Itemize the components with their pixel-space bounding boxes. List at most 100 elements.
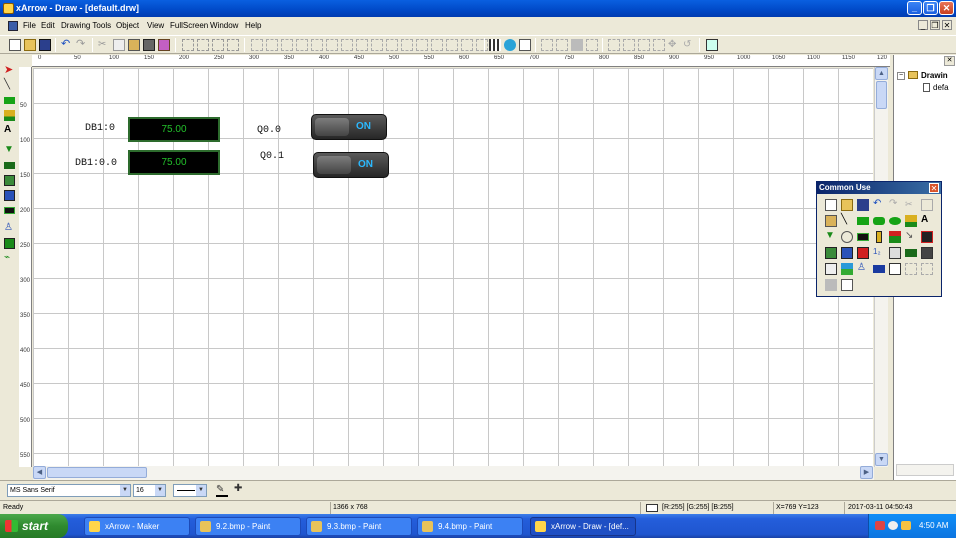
palette-title[interactable]: Common Use [817,182,941,194]
taskbar-item-paint-3[interactable]: 9.4.bmp - Paint [417,517,523,536]
toggle-switch-q0-0[interactable]: ON [311,114,387,140]
align-center-icon[interactable] [197,39,209,51]
eraser-icon[interactable] [158,39,170,51]
space-vertical-icon[interactable] [341,39,353,51]
menu-edit[interactable]: Edit [41,21,55,30]
font-size-select[interactable]: 16 ▼ [133,484,166,497]
palette-close-button[interactable]: ✕ [929,183,939,193]
polyline-tool-icon[interactable]: ⌁ [4,253,15,264]
label-q0-0[interactable]: Q0.0 [257,125,281,136]
properties-icon[interactable] [841,279,853,291]
same-width-icon[interactable] [281,39,293,51]
text-tool-icon[interactable]: A [921,215,933,227]
pump-tool-icon[interactable]: ♙ [4,223,15,234]
panel-close-button[interactable]: ✕ [944,56,955,66]
flip-horizontal-icon[interactable] [446,39,458,51]
label-db1-0[interactable]: DB1:0 [85,123,115,134]
tree-child[interactable]: defa [933,83,949,92]
tree-collapse-icon[interactable]: − [897,72,905,80]
refresh-icon[interactable]: ↺ [683,39,695,51]
button-tool-icon[interactable] [825,247,837,259]
group-icon[interactable] [416,39,428,51]
taskbar-item-paint-2[interactable]: 9.3.bmp - Paint [306,517,412,536]
horizontal-scrollbar[interactable]: ◀ ▶ [33,466,874,480]
slider-tool-icon[interactable] [905,249,917,257]
lock-icon[interactable] [541,39,553,51]
menu-help[interactable]: Help [245,21,261,30]
document-icon[interactable] [8,21,18,31]
numeric-display-2[interactable]: 75.00 [128,150,220,175]
same-height-icon[interactable] [296,39,308,51]
start-button[interactable]: start [0,514,68,538]
same-size-icon[interactable] [311,39,323,51]
move-icon[interactable]: ✥ [668,39,680,51]
cut-icon[interactable]: ✂ [98,39,110,51]
zoom-in-icon[interactable] [586,39,598,51]
send-back-icon[interactable] [401,39,413,51]
tray-volume-icon[interactable] [901,521,911,530]
chevron-down-icon[interactable]: ▼ [196,485,206,496]
label-tool-icon[interactable] [873,265,885,273]
tank-tool-icon[interactable] [4,175,15,186]
label-q0-1[interactable]: Q0.1 [260,151,284,162]
pan-icon[interactable] [653,39,665,51]
flip-vertical-icon[interactable] [461,39,473,51]
gauge-tool-icon[interactable] [841,231,853,243]
level-tool-icon[interactable] [889,231,901,243]
line-tool-icon[interactable]: ╲ [841,215,853,227]
scroll-thumb[interactable] [47,467,147,478]
align-middle-icon[interactable] [266,39,278,51]
cut-icon[interactable]: ✂ [905,199,917,211]
valve-tool-icon[interactable]: ▼ [4,145,15,156]
numeric-tool-icon[interactable] [4,207,15,214]
bar-chart-tool-icon[interactable] [905,215,917,227]
drawing-canvas[interactable]: DB1:0 75.00 DB1:0.0 75.00 Q0.0 Q0.1 ON O… [33,68,873,466]
line-color-icon[interactable]: ✎ [216,485,228,497]
copy-icon[interactable] [921,199,933,211]
motor-tool-icon[interactable] [857,247,869,259]
zoom-fit-icon[interactable] [623,39,635,51]
tree-root[interactable]: Drawin [921,71,948,80]
mdi-minimize-button[interactable]: _ [918,20,928,30]
mdi-close-button[interactable]: ✕ [942,20,952,30]
taskbar-item-xarrow-draw[interactable]: xArrow - Draw - [def... [530,517,636,536]
rectangle-tool-icon[interactable] [857,217,869,225]
ungroup-tool-icon[interactable] [921,263,933,275]
font-family-select[interactable]: MS Sans Serif ▼ [7,484,131,497]
scroll-up-button[interactable]: ▲ [875,67,888,80]
scroll-right-button[interactable]: ▶ [860,466,873,479]
undo-icon[interactable]: ↶ [873,199,885,211]
line-style-select[interactable]: ▼ [173,484,207,497]
new-file-icon[interactable] [9,39,21,51]
common-use-palette[interactable]: Common Use ✕ ↶ ↷ ✂ ╲ A ▼ ↘ 1₂ ♙ [816,181,942,297]
align-top-icon[interactable] [227,39,239,51]
align-right-icon[interactable] [212,39,224,51]
redo-icon[interactable]: ↷ [76,39,88,51]
paste-icon[interactable] [825,215,837,227]
scroll-down-button[interactable]: ▼ [875,453,888,466]
rotate-icon[interactable] [476,39,488,51]
run-icon[interactable] [706,39,718,51]
redo-icon[interactable]: ↷ [889,199,901,211]
maximize-button[interactable]: ❐ [923,1,938,15]
alarm-tool-icon[interactable] [921,231,933,243]
tray-clock[interactable]: 4:50 AM [919,521,948,530]
pump-tool-icon[interactable]: ♙ [857,263,869,275]
align-left-icon[interactable] [182,39,194,51]
save-icon[interactable] [857,199,869,211]
meter-tool-icon[interactable] [4,190,15,201]
chevron-down-icon[interactable]: ▼ [155,485,165,496]
tree-horizontal-scrollbar[interactable] [896,464,954,476]
properties-icon[interactable] [519,39,531,51]
new-file-icon[interactable] [825,199,837,211]
pipe-tool-icon[interactable]: ↘ [905,231,917,243]
line-tool-icon[interactable]: ╲ [4,80,15,91]
space-horizontal-icon[interactable] [326,39,338,51]
button-tool-icon[interactable] [4,238,15,249]
select-arrow-icon[interactable]: ➤ [4,65,15,76]
rectangle-tool-icon[interactable] [4,97,15,104]
minimize-button[interactable]: _ [907,1,922,15]
open-folder-icon[interactable] [24,39,36,51]
meter-tool-icon[interactable] [841,247,853,259]
unlock-icon[interactable] [556,39,568,51]
